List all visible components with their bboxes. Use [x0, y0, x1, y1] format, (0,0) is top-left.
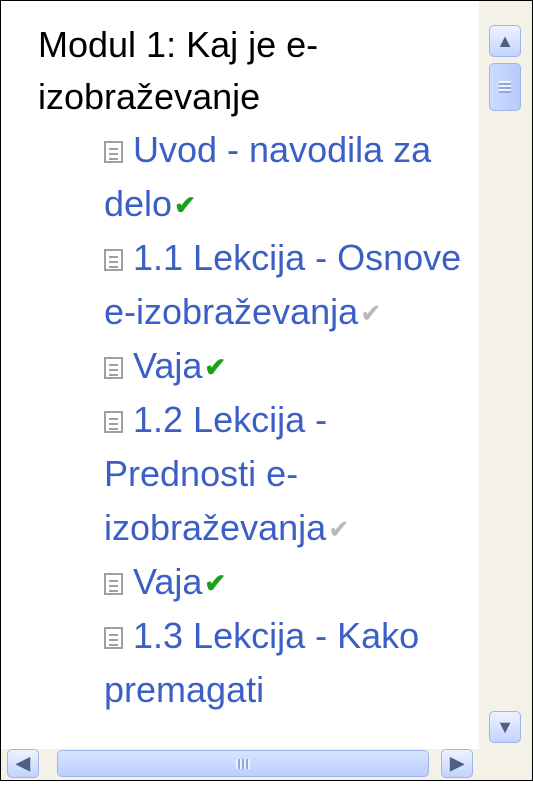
check-icon: ✔: [204, 568, 227, 598]
lesson-item[interactable]: Vaja✔: [104, 339, 478, 393]
check-icon: ✔: [204, 352, 227, 382]
lesson-item[interactable]: Vaja✔: [104, 555, 478, 609]
horizontal-scroll-thumb[interactable]: [57, 750, 429, 777]
scrollbar-corner: [479, 749, 532, 780]
lesson-link[interactable]: Uvod - navodila za delo: [104, 129, 431, 224]
arrow-left-icon: ◀: [16, 753, 30, 773]
module-title: Modul 1: Kaj je e-izobraževanje: [38, 24, 319, 117]
lesson-link[interactable]: Vaja: [133, 345, 202, 386]
arrow-down-icon: ▼: [496, 716, 514, 737]
arrow-right-icon: ▶: [450, 753, 464, 773]
arrow-up-icon: ▲: [496, 30, 514, 51]
lesson-item[interactable]: 1.3 Lekcija - Kako premagati: [104, 609, 478, 717]
check-icon: ✔: [328, 514, 350, 544]
scroll-right-button[interactable]: ▶: [441, 749, 473, 778]
scroll-left-button[interactable]: ◀: [7, 749, 39, 778]
grip-icon: [236, 758, 250, 769]
document-icon: [104, 141, 123, 163]
outline-viewport: Modul 1: Kaj je e-izobraževanje Uvod - n…: [1, 1, 479, 749]
document-icon: [104, 573, 123, 595]
lesson-link[interactable]: 1.1 Lekcija - Osnove e-izobraževanja: [104, 237, 461, 332]
scroll-down-button[interactable]: ▼: [489, 711, 521, 743]
document-icon: [104, 249, 123, 271]
lesson-list: Uvod - navodila za delo✔ 1.1 Lekcija - O…: [38, 123, 478, 717]
check-icon: ✔: [360, 298, 382, 328]
scroll-up-button[interactable]: ▲: [489, 25, 521, 57]
lesson-link[interactable]: Vaja: [133, 561, 202, 602]
document-icon: [104, 627, 123, 649]
check-icon: ✔: [174, 190, 196, 220]
lesson-item[interactable]: 1.1 Lekcija - Osnove e-izobraževanja✔: [104, 231, 478, 339]
lesson-item[interactable]: Uvod - navodila za delo✔: [104, 123, 478, 231]
grip-icon: [499, 81, 511, 93]
vertical-scrollbar[interactable]: ▲ ▼: [479, 1, 532, 749]
lesson-link[interactable]: 1.2 Lekcija - Prednosti e-izobraževanja: [104, 399, 327, 548]
outline-content: Modul 1: Kaj je e-izobraževanje Uvod - n…: [38, 19, 478, 717]
lesson-link[interactable]: 1.3 Lekcija - Kako premagati: [104, 615, 419, 710]
lesson-item[interactable]: 1.2 Lekcija - Prednosti e-izobraževanja✔: [104, 393, 478, 555]
horizontal-scrollbar[interactable]: ◀ ▶: [1, 749, 479, 780]
document-icon: [104, 357, 123, 379]
course-outline-panel: Modul 1: Kaj je e-izobraževanje Uvod - n…: [0, 0, 533, 781]
document-icon: [104, 411, 123, 433]
vertical-scroll-thumb[interactable]: [489, 63, 521, 111]
